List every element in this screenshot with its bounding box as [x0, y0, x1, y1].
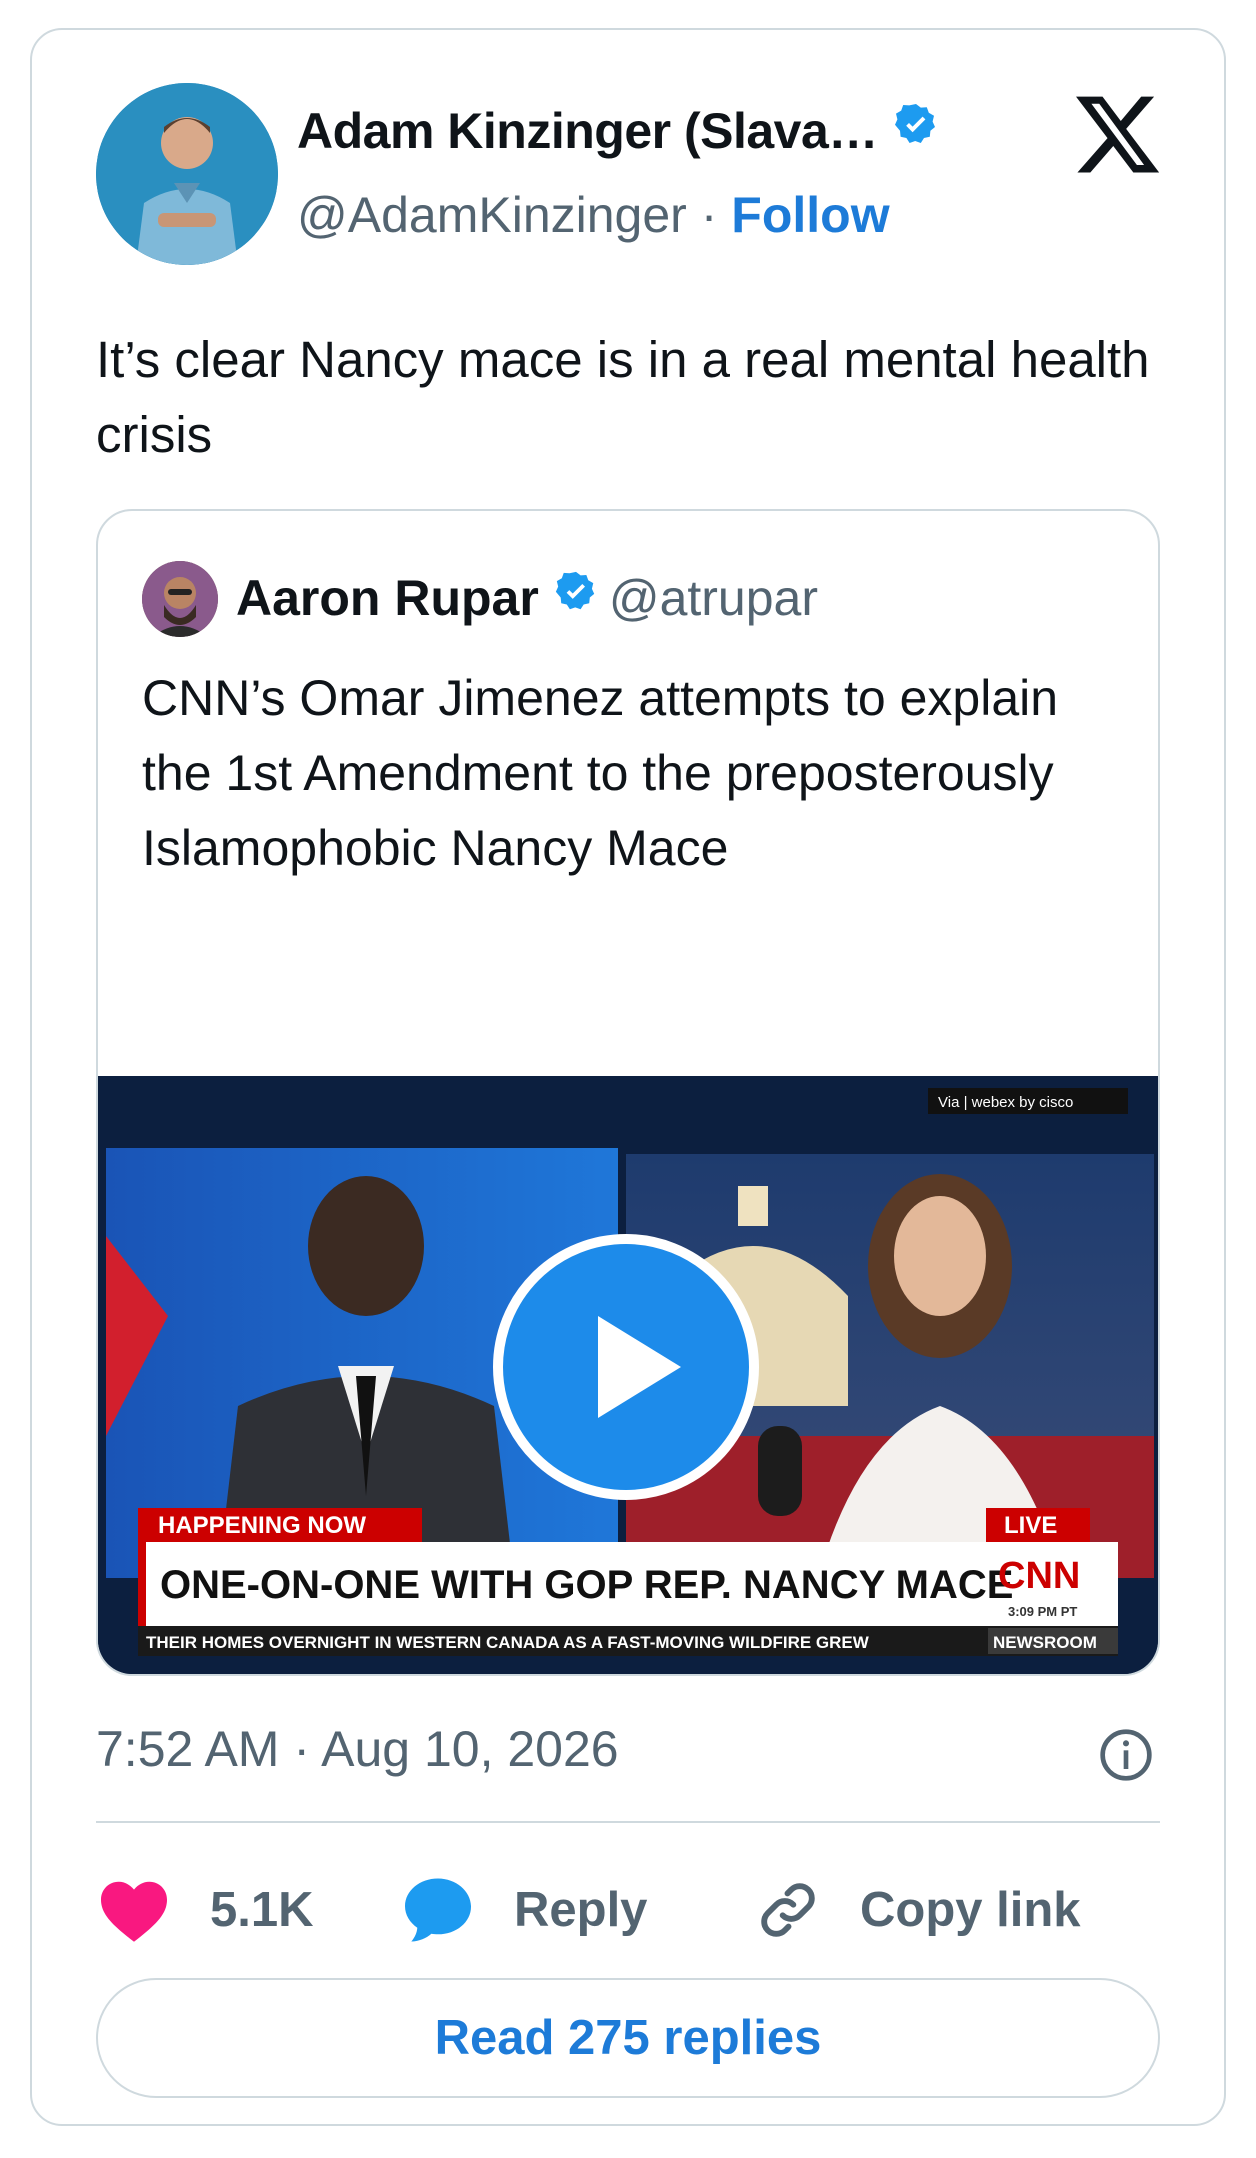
quoted-author-handle[interactable]: @atrupar	[609, 570, 818, 626]
quoted-tweet[interactable]: Aaron Rupar @atrupar CNN’s Omar Jimenez a…	[96, 509, 1160, 1676]
play-icon	[598, 1316, 681, 1418]
tweet-card: Adam Kinzinger (Slava… @AdamKinzinger · …	[30, 28, 1226, 2126]
verified-badge-icon	[892, 101, 940, 161]
live-label: LIVE	[1004, 1512, 1057, 1539]
reply-label: Reply	[514, 1883, 648, 1937]
play-button[interactable]	[493, 1234, 759, 1500]
like-button[interactable]: 5.1K	[98, 1870, 314, 1950]
info-icon[interactable]	[1098, 1727, 1154, 1783]
author-handle[interactable]: @AdamKinzinger	[297, 187, 687, 243]
copy-link-button[interactable]: Copy link	[756, 1870, 1081, 1950]
follow-button[interactable]: Follow	[731, 187, 889, 243]
reply-button[interactable]: Reply	[402, 1870, 647, 1950]
divider	[96, 1821, 1160, 1823]
quoted-author-avatar	[142, 561, 218, 637]
via-webex-label: Via | webex by cisco	[938, 1094, 1073, 1111]
video-time: 3:09 PM PT	[1008, 1604, 1077, 1619]
video-player[interactable]: HAPPENING NOW LIVE ONE-ON-ONE WITH GOP R…	[98, 1076, 1158, 1674]
news-ticker: THEIR HOMES OVERNIGHT IN WESTERN CANADA …	[146, 1633, 870, 1652]
like-count: 5.1K	[210, 1883, 314, 1937]
reply-bubble-icon	[405, 1878, 471, 1942]
author-name[interactable]: Adam Kinzinger (Slava…	[297, 102, 940, 165]
author-handle-row: @AdamKinzinger · Follow	[297, 186, 890, 244]
quoted-author-name[interactable]: Aaron Rupar	[236, 570, 539, 626]
author-avatar[interactable]	[96, 83, 278, 265]
read-replies-button[interactable]: Read 275 replies	[96, 1978, 1160, 2098]
cnn-logo: CNN	[998, 1555, 1080, 1597]
verified-badge-icon	[553, 569, 599, 627]
heart-icon	[101, 1881, 167, 1942]
author-name-text[interactable]: Adam Kinzinger (Slava…	[297, 103, 878, 159]
link-icon	[761, 1883, 815, 1937]
quoted-tweet-text: CNN’s Omar Jimenez attempts to explain t…	[142, 670, 1059, 876]
tweet-text: It’s clear Nancy mace is in a real menta…	[96, 331, 1150, 463]
x-logo-icon[interactable]	[1076, 96, 1162, 176]
headline-text: ONE-ON-ONE WITH GOP REP. NANCY MACE	[160, 1563, 1013, 1607]
copy-link-label: Copy link	[860, 1883, 1081, 1937]
tweet-timestamp[interactable]: 7:52 AM · Aug 10, 2026	[96, 1720, 619, 1778]
separator-dot: ·	[700, 187, 718, 243]
show-label: NEWSROOM	[993, 1633, 1097, 1652]
quoted-author-row: Aaron Rupar @atrupar	[236, 569, 818, 631]
happening-now-label: HAPPENING NOW	[158, 1512, 366, 1539]
